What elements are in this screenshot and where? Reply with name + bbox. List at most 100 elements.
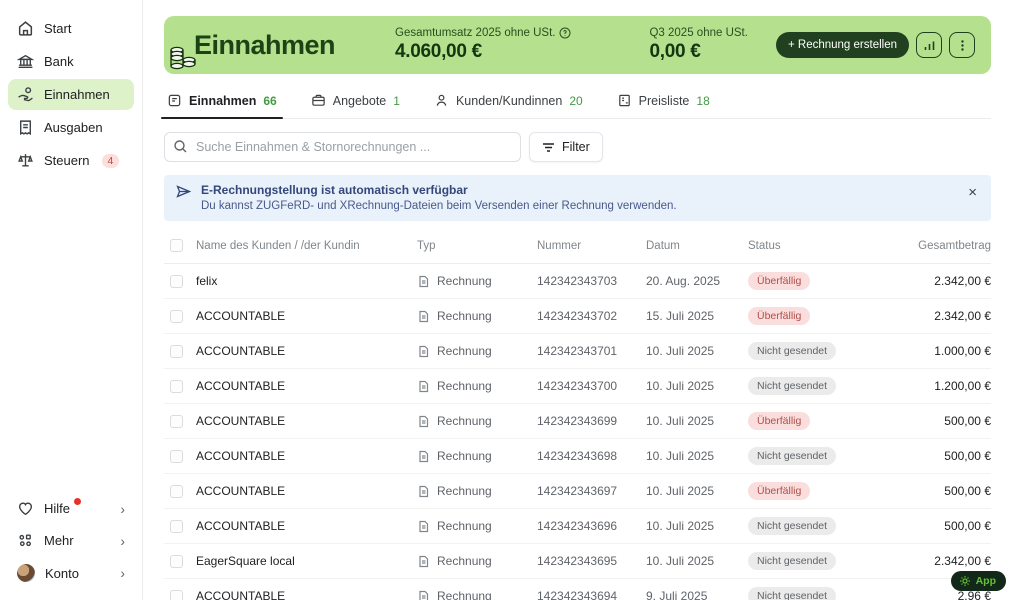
row-checkbox[interactable] [170,450,183,463]
sidebar-item-ausgaben[interactable]: Ausgaben [8,112,134,143]
table-row[interactable]: ACCOUNTABLE Rechnung 142342343701 10. Ju… [164,334,991,369]
shapes-icon [17,532,34,549]
type-label: Rechnung [437,379,492,393]
row-checkbox[interactable] [170,415,183,428]
tab-label: Angebote [333,94,387,108]
sidebar-item-einnahmen[interactable]: Einnahmen [8,79,134,110]
table-row[interactable]: ACCOUNTABLE Rechnung 142342343694 9. Jul… [164,579,991,600]
column-header-nummer[interactable]: Nummer [537,240,646,252]
invoice-number: 142342343697 [537,484,646,498]
total-amount: 1.000,00 € [880,344,991,358]
table-row[interactable]: ACCOUNTABLE Rechnung 142342343697 10. Ju… [164,474,991,509]
row-checkbox[interactable] [170,345,183,358]
type-cell: Rechnung [417,274,537,288]
create-invoice-button[interactable]: + Rechnung erstellen [776,32,909,58]
table-row[interactable]: ACCOUNTABLE Rechnung 142342343699 10. Ju… [164,404,991,439]
column-header-name[interactable]: Name des Kunden / /der Kundin [196,240,417,252]
table-row[interactable]: ACCOUNTABLE Rechnung 142342343702 15. Ju… [164,299,991,334]
scales-icon [17,152,34,169]
sidebar-item-label: Hilfe [44,501,70,516]
table-row[interactable]: ACCOUNTABLE Rechnung 142342343698 10. Ju… [164,439,991,474]
document-icon [417,415,430,428]
type-label: Rechnung [437,344,492,358]
row-checkbox[interactable] [170,590,183,600]
select-all-checkbox[interactable] [170,239,183,252]
invoice-date: 10. Juli 2025 [646,379,748,393]
tab-bar: Einnahmen 66 Angebote 1 Kunden/Kundinnen… [164,89,991,119]
row-checkbox[interactable] [170,310,183,323]
row-checkbox[interactable] [170,555,183,568]
tab-kunden[interactable]: Kunden/Kundinnen 20 [432,89,585,118]
document-icon [417,520,430,533]
table-row[interactable]: ACCOUNTABLE Rechnung 142342343696 10. Ju… [164,509,991,544]
home-icon [17,20,34,37]
status-cell: Überfällig [748,272,880,290]
app-badge[interactable]: App [951,571,1006,591]
status-cell: Nicht gesendet [748,447,880,465]
sidebar-item-konto[interactable]: Konto › [8,557,134,589]
sidebar-item-label: Bank [44,54,74,69]
invoice-number: 142342343695 [537,554,646,568]
column-header-status[interactable]: Status [748,240,880,252]
person-icon [434,93,449,108]
invoice-number: 142342343698 [537,449,646,463]
sidebar-item-start[interactable]: Start [8,13,134,44]
column-header-typ[interactable]: Typ [417,240,537,252]
type-label: Rechnung [437,449,492,463]
invoice-tab-icon [167,93,182,108]
invoice-date: 20. Aug. 2025 [646,274,748,288]
invoice-date: 15. Juli 2025 [646,309,748,323]
tab-einnahmen[interactable]: Einnahmen 66 [165,89,279,118]
customer-name: ACCOUNTABLE [196,484,417,498]
bar-chart-icon [923,39,936,52]
type-label: Rechnung [437,484,492,498]
type-cell: Rechnung [417,309,537,323]
row-checkbox[interactable] [170,520,183,533]
heart-icon [17,500,34,517]
row-checkbox[interactable] [170,275,183,288]
tab-angebote[interactable]: Angebote 1 [309,89,402,118]
invoice-number: 142342343702 [537,309,646,323]
more-options-button[interactable] [949,32,975,58]
type-label: Rechnung [437,414,492,428]
search-input[interactable] [164,132,521,162]
sidebar-item-mehr[interactable]: Mehr › [8,525,134,556]
table-row[interactable]: EagerSquare local Rechnung 142342343695 … [164,544,991,579]
info-icon[interactable] [559,27,571,39]
column-header-gesamtbetrag[interactable]: Gesamtbetrag [880,240,991,252]
total-amount: 2.342,00 € [880,309,991,323]
sidebar-item-bank[interactable]: Bank [8,46,134,77]
customer-name: ACCOUNTABLE [196,449,417,463]
sidebar-item-hilfe[interactable]: Hilfe › [8,493,134,524]
e-invoice-banner: E-Rechnungstellung ist automatisch verfü… [164,175,991,221]
total-amount: 2.342,00 € [880,554,991,568]
coins-illustration-icon [168,40,198,72]
table-row[interactable]: ACCOUNTABLE Rechnung 142342343700 10. Ju… [164,369,991,404]
customer-name: felix [196,274,417,288]
column-header-datum[interactable]: Datum [646,240,748,252]
status-badge: Überfällig [748,482,810,500]
sidebar-item-label: Steuern [44,153,90,168]
total-amount: 500,00 € [880,519,991,533]
document-icon [417,450,430,463]
stat-value: 4.060,00 € [395,41,571,63]
row-checkbox[interactable] [170,485,183,498]
filter-button[interactable]: Filter [529,132,603,162]
chart-button[interactable] [916,32,942,58]
status-cell: Nicht gesendet [748,342,880,360]
document-icon [417,380,430,393]
tab-preisliste[interactable]: Preisliste 18 [615,89,712,118]
row-checkbox[interactable] [170,380,183,393]
sidebar-item-steuern[interactable]: Steuern 4 [8,145,134,176]
tab-label: Preisliste [639,94,690,108]
total-amount: 2.342,00 € [880,274,991,288]
table-row[interactable]: felix Rechnung 142342343703 20. Aug. 202… [164,264,991,299]
status-cell: Nicht gesendet [748,377,880,395]
invoice-date: 9. Juli 2025 [646,589,748,600]
invoice-number: 142342343699 [537,414,646,428]
customer-name: ACCOUNTABLE [196,379,417,393]
kebab-menu-icon [956,39,969,52]
type-label: Rechnung [437,274,492,288]
customer-name: ACCOUNTABLE [196,414,417,428]
close-icon[interactable]: × [966,183,979,202]
